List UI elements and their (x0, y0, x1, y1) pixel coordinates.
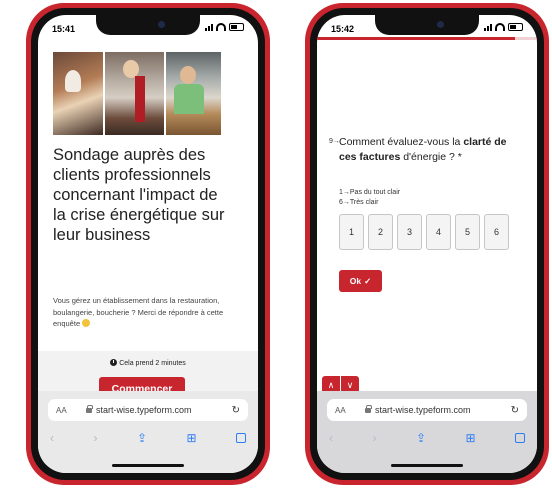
rating-option-5[interactable]: 5 (455, 214, 480, 250)
forward-icon[interactable]: › (372, 431, 376, 445)
share-icon[interactable]: ⇪ (416, 431, 426, 445)
clock-icon (110, 359, 118, 366)
question-text: Comment évaluez-vous la clarté de ces fa… (339, 135, 515, 164)
bookmarks-icon[interactable]: ⊞ (186, 431, 196, 445)
hero-photo-baker (166, 52, 222, 135)
safari-toolbar: AA start-wise.typeform.com ↻ ‹ › ⇪ ⊞ (317, 391, 537, 473)
check-icon: ✓ (364, 275, 372, 286)
text-size-button[interactable]: AA (335, 406, 357, 415)
welcome-screen: 15:41 Sondage auprès des clients profess… (38, 15, 258, 473)
url-text: start-wise.typeform.com (375, 405, 471, 415)
back-icon[interactable]: ‹ (50, 431, 54, 445)
signal-icon (484, 23, 492, 31)
camera-dot (158, 21, 165, 28)
lock-icon (86, 404, 93, 413)
ok-label: Ok (349, 276, 362, 286)
status-icons (484, 23, 523, 31)
survey-title: Sondage auprès des clients professionnel… (53, 146, 225, 244)
tabs-icon[interactable] (515, 433, 525, 443)
rating-option-4[interactable]: 4 (426, 214, 451, 250)
rating-scale: 1 2 3 4 5 6 (339, 214, 509, 250)
scale-labels: 1→Pas du tout clair 6→Très clair (339, 188, 400, 208)
rating-option-6[interactable]: 6 (484, 214, 509, 250)
url-text: start-wise.typeform.com (96, 405, 192, 415)
duration-note: Cela prend 2 minutes (38, 359, 258, 367)
rating-option-2[interactable]: 2 (368, 214, 393, 250)
wifi-icon (495, 23, 505, 31)
survey-description: Vous gérez un établissement dans la rest… (53, 295, 225, 330)
duration-text: Cela prend 2 minutes (119, 360, 186, 367)
bookmarks-icon[interactable]: ⊞ (465, 431, 475, 445)
back-icon[interactable]: ‹ (329, 431, 333, 445)
text-size-button[interactable]: AA (56, 406, 78, 415)
address-bar[interactable]: AA start-wise.typeform.com ↻ (327, 399, 527, 421)
ok-button[interactable]: Ok ✓ (339, 270, 382, 292)
lock-icon (365, 404, 372, 413)
description-text: Vous gérez un établissement dans la rest… (53, 296, 224, 328)
safari-toolbar: AA start-wise.typeform.com ↻ ‹ › ⇪ ⊞ (38, 391, 258, 473)
forward-icon[interactable]: › (93, 431, 97, 445)
browser-nav: ‹ › ⇪ ⊞ (50, 430, 246, 446)
battery-icon (229, 23, 244, 31)
question-suffix: d'énergie ? * (400, 150, 462, 163)
scale-max-label: 6→Très clair (339, 199, 379, 206)
address-bar[interactable]: AA start-wise.typeform.com ↻ (48, 399, 248, 421)
hero-image (53, 52, 222, 135)
phone-left: 15:41 Sondage auprès des clients profess… (26, 3, 270, 485)
hero-photo-butcher (53, 52, 103, 135)
scale-min-label: 1→Pas du tout clair (339, 189, 401, 196)
battery-icon (508, 23, 523, 31)
status-time: 15:41 (52, 24, 76, 34)
share-icon[interactable]: ⇪ (137, 431, 147, 445)
tabs-icon[interactable] (236, 433, 246, 443)
camera-dot (437, 21, 444, 28)
comparison-stage: 15:41 Sondage auprès des clients profess… (0, 0, 552, 489)
question-screen: 15:42 9→ Comment évaluez-vous la clarté … (317, 15, 537, 473)
rating-option-1[interactable]: 1 (339, 214, 364, 250)
wifi-icon (216, 23, 226, 31)
smile-emoji-icon (82, 319, 91, 327)
question-prefix: Comment évaluez-vous la (339, 136, 464, 148)
signal-icon (205, 23, 213, 31)
hero-photo-chef (104, 52, 165, 135)
status-icons (205, 23, 244, 31)
reload-icon[interactable]: ↻ (511, 405, 519, 416)
notch (96, 15, 200, 35)
phone-right: 15:42 9→ Comment évaluez-vous la clarté … (305, 3, 549, 485)
phone-bezel: 15:42 9→ Comment évaluez-vous la clarté … (310, 8, 544, 480)
rating-option-3[interactable]: 3 (397, 214, 422, 250)
home-indicator (391, 464, 463, 467)
phone-bezel: 15:41 Sondage auprès des clients profess… (31, 8, 265, 480)
notch (375, 15, 479, 35)
browser-nav: ‹ › ⇪ ⊞ (329, 430, 525, 446)
reload-icon[interactable]: ↻ (232, 405, 240, 416)
status-time: 15:42 (331, 24, 355, 34)
home-indicator (112, 464, 184, 467)
